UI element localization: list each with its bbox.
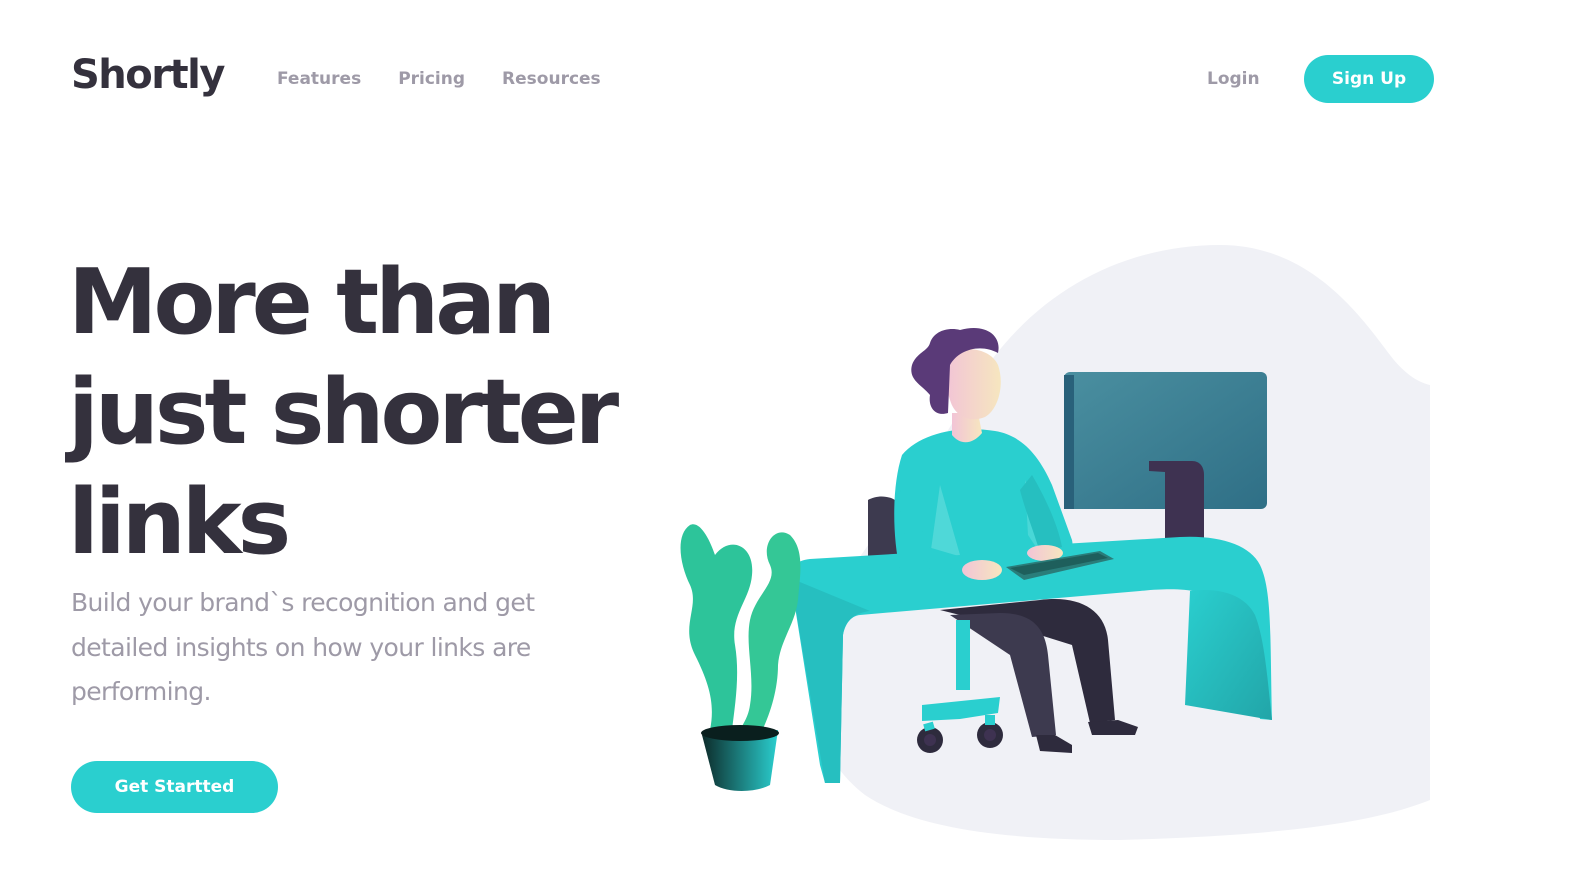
brand-logo[interactable]: Shortly [71, 50, 225, 100]
plant-leaves [680, 524, 753, 730]
login-link[interactable]: Login [1207, 66, 1260, 92]
sign-up-button[interactable]: Sign Up [1304, 55, 1434, 103]
hero-subtitle: Build your brand`s recognition and get d… [71, 588, 535, 706]
get-started-button[interactable]: Get Startted [71, 761, 278, 813]
nav-item-resources[interactable]: Resources [502, 66, 601, 92]
person-working-illustration [660, 235, 1440, 855]
nav-item-features[interactable]: Features [277, 66, 361, 92]
nav-item-pricing[interactable]: Pricing [398, 66, 465, 92]
hero-title: More than just shorter links [68, 250, 619, 575]
main-nav: Features Pricing Resources [277, 66, 638, 92]
